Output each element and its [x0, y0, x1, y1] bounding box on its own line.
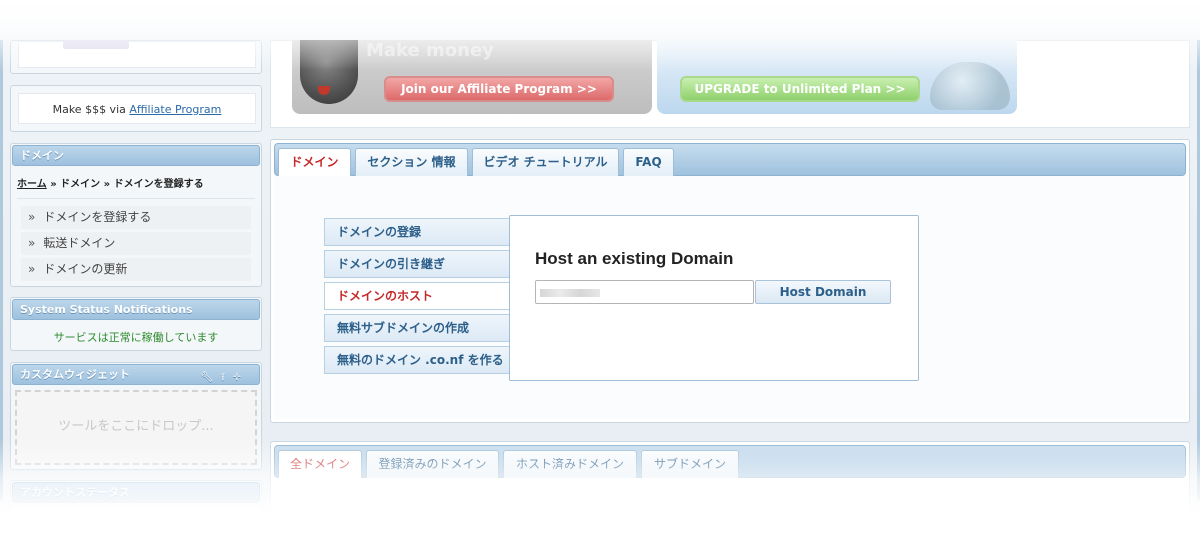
- custom-widget-title: カスタムウィジェット: [20, 368, 130, 381]
- breadcrumb-separator: »: [50, 179, 57, 190]
- smiley-mascot-icon: [300, 40, 358, 104]
- affiliate-banner-title: Make money: [366, 40, 494, 61]
- status-message: サービスは正常に稼働しています: [53, 331, 219, 344]
- menu-transfer-domain[interactable]: ドメインの引き継ぎ: [324, 250, 524, 278]
- affiliate-program-link[interactable]: Affiliate Program: [129, 103, 221, 116]
- tab-faq[interactable]: FAQ: [623, 148, 674, 176]
- logo-panel-inner: [18, 41, 256, 68]
- bullet-marker: »: [28, 262, 36, 276]
- bullet-marker: »: [28, 210, 36, 224]
- breadcrumb-current: ドメインを登録する: [113, 179, 204, 190]
- sidebar-item-label: 転送ドメイン: [43, 236, 116, 250]
- host-domain-form: Host an existing Domain Host Domain: [509, 215, 919, 381]
- status-box-header: System Status Notifications: [12, 299, 260, 320]
- upgrade-plan-button[interactable]: UPGRADE to Unlimited Plan >>: [680, 76, 920, 102]
- tab-subdomains[interactable]: サブドメイン: [641, 450, 739, 478]
- logo-panel: [10, 40, 262, 74]
- custom-widget-header[interactable]: カスタムウィジェット 🔧︎⭱✛: [12, 364, 260, 385]
- custom-widget-box: カスタムウィジェット 🔧︎⭱✛ ツールをここにドロップ...: [10, 362, 262, 470]
- affiliate-text: Make $$$ via Affiliate Program: [19, 103, 255, 116]
- affiliate-panel: Make $$$ via Affiliate Program: [10, 85, 262, 132]
- affiliate-panel-inner: Make $$$ via Affiliate Program: [18, 93, 256, 124]
- sidebar-item-transfer-domain[interactable]: » 転送ドメイン: [21, 232, 251, 255]
- widget-tools: 🔧︎⭱✛: [200, 368, 249, 387]
- menu-register-domain[interactable]: ドメインの登録: [324, 218, 524, 246]
- tab-section-info[interactable]: セクション 情報: [355, 148, 468, 176]
- menu-free-conf-domain[interactable]: 無料のドメイン .co.nf を作る: [324, 346, 524, 374]
- breadcrumb-separator: »: [103, 179, 111, 190]
- tab-domain[interactable]: ドメイン: [278, 148, 351, 177]
- redacted-domain-text: [540, 289, 600, 297]
- widget-drop-zone[interactable]: ツールをここにドロップ...: [15, 390, 257, 465]
- breadcrumb-home-link[interactable]: ホーム: [17, 179, 47, 190]
- tab-all-domains[interactable]: 全ドメイン: [278, 450, 362, 478]
- menu-create-subdomain[interactable]: 無料サブドメインの作成: [324, 314, 524, 342]
- menu-host-domain[interactable]: ドメインのホスト: [324, 282, 524, 310]
- sidebar-item-renew-domain[interactable]: » ドメインの更新: [21, 258, 251, 281]
- logo[interactable]: [63, 40, 129, 49]
- tab-registered-domains[interactable]: 登録済みのドメイン: [366, 450, 499, 478]
- pin-icon[interactable]: ⭱: [221, 372, 233, 383]
- move-icon[interactable]: ✛: [233, 372, 249, 383]
- breadcrumb-divider: [17, 198, 255, 199]
- breadcrumb-domain: ドメイン: [60, 179, 101, 190]
- account-status-box: アカウントステータス: [10, 480, 262, 520]
- tab-hosted-domains[interactable]: ホスト済みドメイン: [503, 450, 637, 478]
- sidebar-item-register-domain[interactable]: » ドメインを登録する: [21, 206, 251, 229]
- wrench-icon[interactable]: 🔧︎: [200, 372, 221, 383]
- page: Make $$$ via Affiliate Program ドメイン ホーム …: [0, 0, 1200, 543]
- breadcrumb: ホーム » ドメイン » ドメインを登録する: [17, 175, 204, 190]
- bullet-marker: »: [28, 236, 36, 250]
- domain-box-header: ドメイン: [12, 145, 260, 166]
- sidebar-item-label: ドメインを登録する: [43, 210, 152, 224]
- sidebar-item-label: ドメインの更新: [43, 262, 128, 276]
- left-edge-decoration: [0, 40, 3, 500]
- join-affiliate-button[interactable]: Join our Affiliate Program >>: [384, 76, 614, 102]
- tab-video-tutorial[interactable]: ビデオ チュートリアル: [472, 148, 619, 176]
- host-domain-button[interactable]: Host Domain: [755, 280, 891, 304]
- host-domain-title: Host an existing Domain: [535, 249, 734, 268]
- account-status-header[interactable]: アカウントステータス: [12, 482, 260, 503]
- status-box: System Status Notifications サービスは正常に稼働して…: [10, 297, 262, 351]
- domain-box: ドメイン ホーム » ドメイン » ドメインを登録する » ドメインを登録する »…: [10, 143, 262, 287]
- affiliate-prefix: Make $$$ via: [52, 103, 126, 116]
